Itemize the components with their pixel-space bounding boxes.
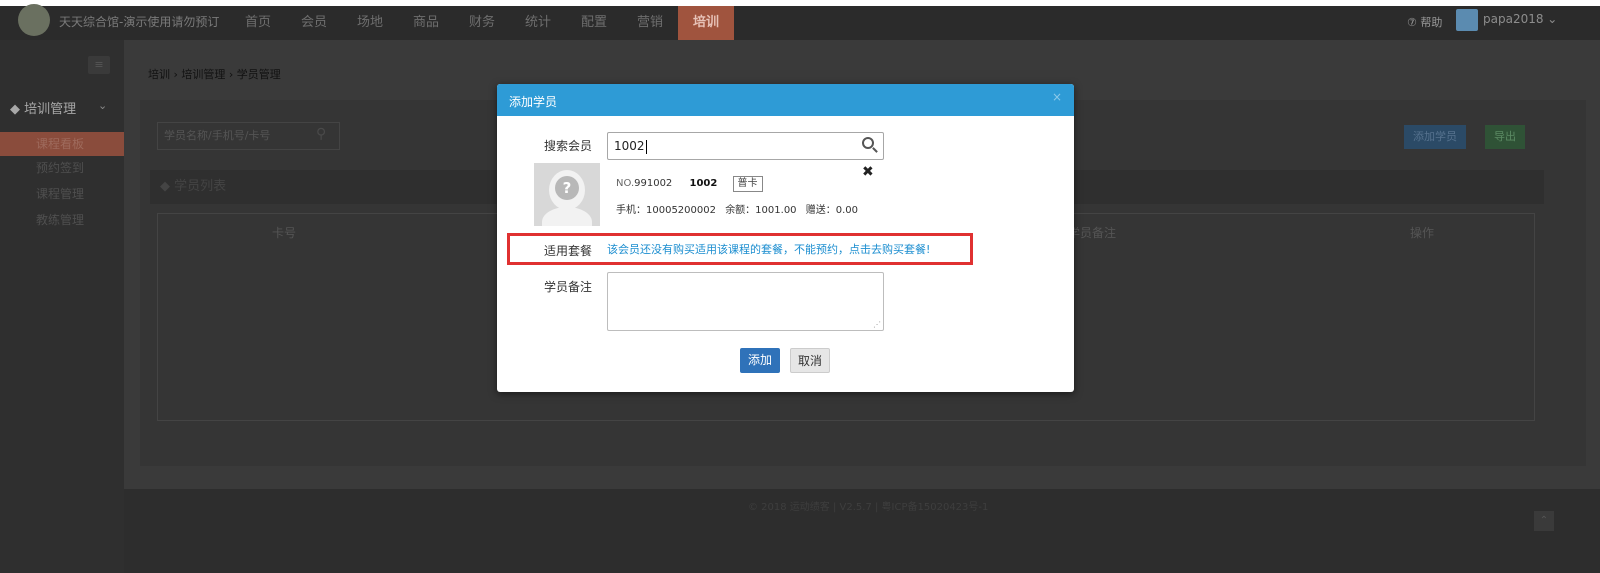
member-balance: 余额：1001.00 <box>725 205 797 216</box>
site-name: 天天综合馆-演示使用请勿预订 <box>59 15 220 29</box>
dialog-title: 添加学员 <box>509 95 558 109</box>
user-avatar[interactable] <box>1456 9 1478 31</box>
nav-home[interactable]: 首页 <box>230 6 286 40</box>
site-logo[interactable] <box>18 4 50 36</box>
nav-training[interactable]: 培训 <box>678 6 734 40</box>
scroll-to-top-icon[interactable]: ⌃ <box>1534 511 1554 531</box>
footer-copyright: © 2018 运动绩客 | V2.5.7 | 粤ICP备15020423号-1 <box>748 502 989 513</box>
search-icon[interactable] <box>861 136 879 154</box>
member-search-input[interactable]: 1002 <box>607 132 884 160</box>
sidebar-item-coaches[interactable]: 教练管理 <box>0 208 124 232</box>
remark-textarea[interactable]: ⋰ <box>607 272 884 331</box>
sidebar-toggle-icon[interactable]: ≡ <box>88 56 110 74</box>
top-navbar: 天天综合馆-演示使用请勿预订 首页 会员 场地 商品 财务 统计 配置 营销 培… <box>0 0 1600 40</box>
sidebar-group-training[interactable]: ◆ 培训管理 <box>10 98 76 117</box>
export-button[interactable]: 导出 <box>1485 125 1525 149</box>
breadcrumb: 培训 › 培训管理 › 学员管理 <box>148 68 281 81</box>
column-header-actions: 操作 <box>1410 226 1435 240</box>
help-link[interactable]: ⑦ 帮助 <box>1407 14 1442 30</box>
add-student-button[interactable]: 添加学员 <box>1404 125 1466 149</box>
nav-member[interactable]: 会员 <box>286 6 342 40</box>
sidebar: ≡ ◆ 培训管理 ⌄ 课程看板 预约签到 课程管理 教练管理 <box>0 40 124 573</box>
column-header-remark: 学员备注 <box>1068 226 1117 240</box>
member-avatar: ? <box>534 163 600 226</box>
column-header-card: 卡号 <box>272 226 297 240</box>
nav-config[interactable]: 配置 <box>566 6 622 40</box>
remark-label: 学员备注 <box>544 280 593 294</box>
search-icon[interactable]: ⚲ <box>316 126 326 142</box>
search-icon-handle <box>872 147 878 153</box>
sidebar-group-label: 培训管理 <box>24 102 77 117</box>
search-member-label: 搜索会员 <box>544 139 593 153</box>
member-phone: 手机：10005200002 <box>616 205 716 216</box>
add-student-dialog: 添加学员 × 搜索会员 1002 ✖ ? NO.991002 1002 普卡 手… <box>497 84 1074 392</box>
remove-member-icon[interactable]: ✖ <box>862 164 874 180</box>
member-gift: 赠送：0.00 <box>805 205 858 216</box>
nav-marketing[interactable]: 营销 <box>622 6 678 40</box>
submit-add-button[interactable]: 添加 <box>740 348 780 373</box>
question-mark-icon: ? <box>555 176 579 200</box>
nav-venue[interactable]: 场地 <box>342 6 398 40</box>
member-no-prefix: NO. <box>616 178 635 189</box>
main-nav: 首页 会员 场地 商品 财务 统计 配置 营销 培训 <box>230 6 734 40</box>
chevron-down-icon: ⌄ <box>98 99 108 112</box>
package-label: 适用套餐 <box>544 244 593 258</box>
student-search-input[interactable]: 学员名称/手机号/卡号 <box>157 122 340 150</box>
buy-package-link[interactable]: 该会员还没有购买适用该课程的套餐，不能预约，点击去购买套餐! <box>607 241 930 257</box>
nav-stats[interactable]: 统计 <box>510 6 566 40</box>
user-menu[interactable]: papa2018 ⌄ <box>1483 12 1557 26</box>
page-footer: © 2018 运动绩客 | V2.5.7 | 粤ICP备15020423号-1 … <box>124 489 1600 573</box>
member-card-info: NO.991002 1002 普卡 <box>616 176 763 192</box>
member-card-name: 1002 <box>689 178 718 189</box>
resize-handle-icon[interactable]: ⋰ <box>873 320 881 329</box>
member-search-value: 1002 <box>614 139 645 153</box>
close-icon[interactable]: × <box>1052 90 1062 104</box>
card-type-badge: 普卡 <box>732 176 763 192</box>
sidebar-item-booking[interactable]: 预约签到 <box>0 156 124 180</box>
nav-goods[interactable]: 商品 <box>398 6 454 40</box>
dialog-header: 添加学员 × <box>497 84 1074 116</box>
sidebar-item-course-board[interactable]: 课程看板 <box>0 132 124 156</box>
cancel-button[interactable]: 取消 <box>790 348 830 373</box>
nav-finance[interactable]: 财务 <box>454 6 510 40</box>
text-caret <box>645 139 647 154</box>
sidebar-item-courses[interactable]: 课程管理 <box>0 182 124 206</box>
student-list-title: 学员列表 <box>174 179 227 194</box>
member-account-info: 手机：10005200002 余额：1001.00 赠送：0.00 <box>616 201 864 216</box>
member-no: 991002 <box>634 178 673 189</box>
